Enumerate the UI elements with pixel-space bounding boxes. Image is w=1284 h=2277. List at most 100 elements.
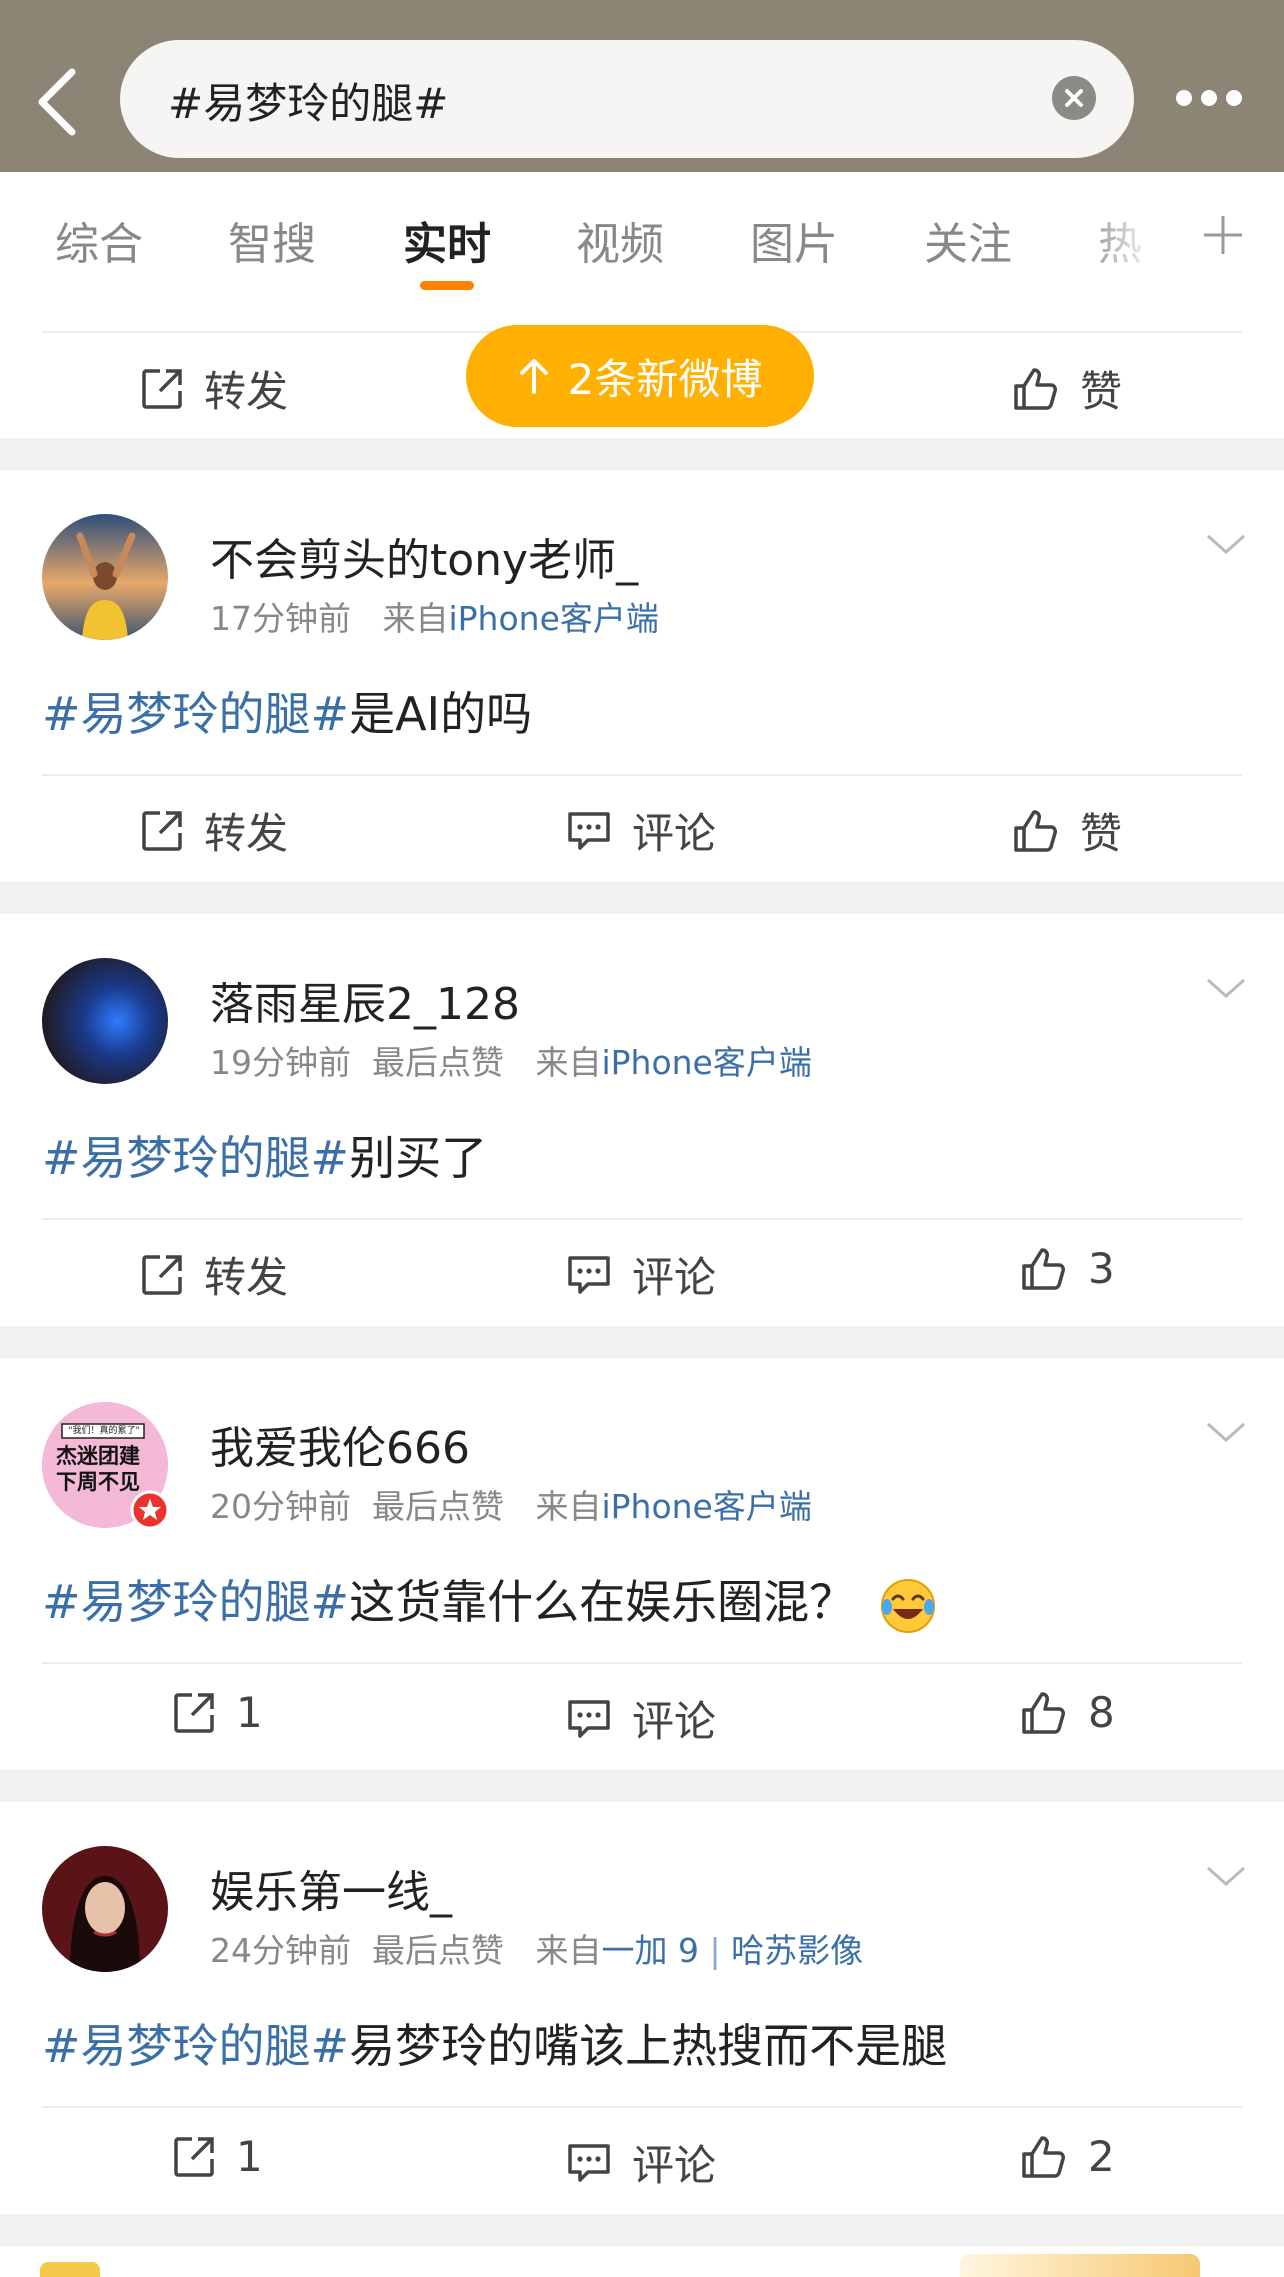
post-text: #易梦玲的腿#易梦玲的嘴该上热搜而不是腿 [42,2010,947,2076]
comment-icon [568,1699,610,1738]
post-body: 别买了 [349,1131,488,1185]
repost-icon [174,2136,214,2177]
from-label: 来自 [535,1487,602,1526]
back-icon[interactable] [30,62,90,142]
hashtag[interactable]: #易梦玲的腿# [42,1575,349,1629]
hashtag[interactable]: #易梦玲的腿# [42,1131,349,1185]
post-source[interactable]: 一加 9 [601,1931,699,1970]
repost-label: 转发 [204,367,289,416]
thumbs-up-icon [1022,1691,1065,1734]
like-button[interactable]: 赞 [1012,800,1122,861]
divider [42,1218,1242,1220]
like-button[interactable]: 8 [1020,1688,1115,1737]
divider [42,774,1242,776]
comment-button[interactable]: 评论 [566,1688,716,1749]
post-meta: 17分钟前 来自iPhone客户端 [210,592,659,640]
tab-smart-search[interactable]: 智搜 [228,208,316,272]
thumbs-up-icon [1014,367,1057,410]
post-text: #易梦玲的腿#别买了 [42,1122,487,1188]
new-posts-button[interactable]: 2条新微博 [466,325,814,427]
avatar-text: 杰迷团建 [56,1444,140,1468]
username[interactable]: 不会剪头的tony老师_ [210,524,638,588]
post-source[interactable]: iPhone客户端 [601,1487,811,1526]
arrow-up-icon [519,359,548,394]
comment-label: 评论 [632,809,717,858]
thumbs-up-icon [1022,2135,1065,2178]
comment-icon [568,811,610,850]
comment-button[interactable]: 评论 [566,800,716,861]
tab-realtime[interactable]: 实时 [403,208,491,272]
post-time: 17分钟前 [210,599,351,638]
comment-icon [568,2143,610,2182]
avatar-caption: "我们！真的累了" [68,1426,140,1436]
thumbs-up-icon [1022,1247,1065,1290]
divider [42,1662,1242,1664]
avatar[interactable] [42,1846,168,1972]
tab-images[interactable]: 图片 [750,208,838,272]
next-post-badge [960,2254,1200,2277]
avatar[interactable] [42,514,168,640]
like-button[interactable]: 2 [1020,2132,1115,2181]
hashtag[interactable]: #易梦玲的腿# [42,687,349,741]
repost-count: 1 [236,1688,263,1737]
avatar[interactable] [42,958,168,1084]
post-text: #易梦玲的腿#是AI的吗 [42,678,532,744]
post-meta: 20分钟前 最后点赞 来自iPhone客户端 [210,1480,812,1528]
post-body: 易梦玲的嘴该上热搜而不是腿 [349,2019,948,2073]
chevron-down-icon[interactable] [1204,532,1248,558]
avatar-text: 下周不见 [56,1470,140,1494]
tab-following[interactable]: 关注 [924,208,1012,272]
post-source[interactable]: iPhone客户端 [448,599,658,638]
clear-search-icon[interactable] [1052,76,1096,120]
post-body: 这货靠什么在娱乐圈混？ [349,1575,856,1629]
repost-button[interactable]: 1 [172,1688,263,1737]
repost-icon [142,1254,182,1295]
verified-badge-icon [130,1490,170,1530]
chevron-down-icon[interactable] [1204,1864,1248,1890]
repost-button[interactable]: 转发 [140,1244,288,1305]
comment-button[interactable]: 评论 [566,1244,716,1305]
repost-label: 转发 [204,1253,289,1302]
new-posts-label: 2条新微博 [567,354,763,404]
last-liked-label: 最后点赞 [371,1931,504,1970]
comment-label: 评论 [632,1253,717,1302]
tab-video[interactable]: 视频 [576,208,664,272]
post-time: 19分钟前 [210,1043,351,1082]
like-count: 3 [1088,1244,1115,1293]
from-label: 来自 [535,1043,602,1082]
comment-button[interactable]: 评论 [566,2132,716,2193]
like-count: 2 [1088,2132,1115,2181]
repost-button[interactable]: 转发 [140,358,288,419]
tab-comprehensive[interactable]: 综合 [55,208,143,272]
like-count: 8 [1088,1688,1115,1737]
hashtag[interactable]: #易梦玲的腿# [42,2019,349,2073]
like-button[interactable]: 3 [1020,1244,1115,1293]
comment-icon [568,1255,610,1294]
avatar[interactable]: "我们！真的累了" 杰迷团建 下周不见 [42,1402,170,1530]
post-source-secondary[interactable]: 哈苏影像 [731,1931,863,1970]
post-time: 24分钟前 [210,1931,351,1970]
username[interactable]: 娱乐第一线_ [210,1856,452,1920]
from-label: 来自 [535,1931,602,1970]
laughing-tears-emoji-icon [881,1578,936,1633]
next-post-avatar [40,2262,100,2277]
repost-count: 1 [236,2132,263,2181]
chevron-down-icon[interactable] [1204,976,1248,1002]
from-label: 来自 [382,599,449,638]
like-button[interactable]: 赞 [1012,358,1122,419]
username[interactable]: 我爱我伦666 [210,1412,470,1476]
more-options-icon[interactable] [1176,90,1242,106]
repost-icon [142,368,182,409]
like-label: 赞 [1080,367,1123,416]
post-source[interactable]: iPhone客户端 [601,1043,811,1082]
comment-label: 评论 [632,1697,717,1746]
repost-button[interactable]: 1 [172,2132,263,2181]
post-time: 20分钟前 [210,1487,351,1526]
last-liked-label: 最后点赞 [371,1043,504,1082]
add-tab-icon[interactable] [1202,214,1244,256]
repost-icon [142,810,182,851]
divider [42,2106,1242,2108]
chevron-down-icon[interactable] [1204,1420,1248,1446]
username[interactable]: 落雨星辰2_128 [210,968,520,1032]
repost-button[interactable]: 转发 [140,800,288,861]
